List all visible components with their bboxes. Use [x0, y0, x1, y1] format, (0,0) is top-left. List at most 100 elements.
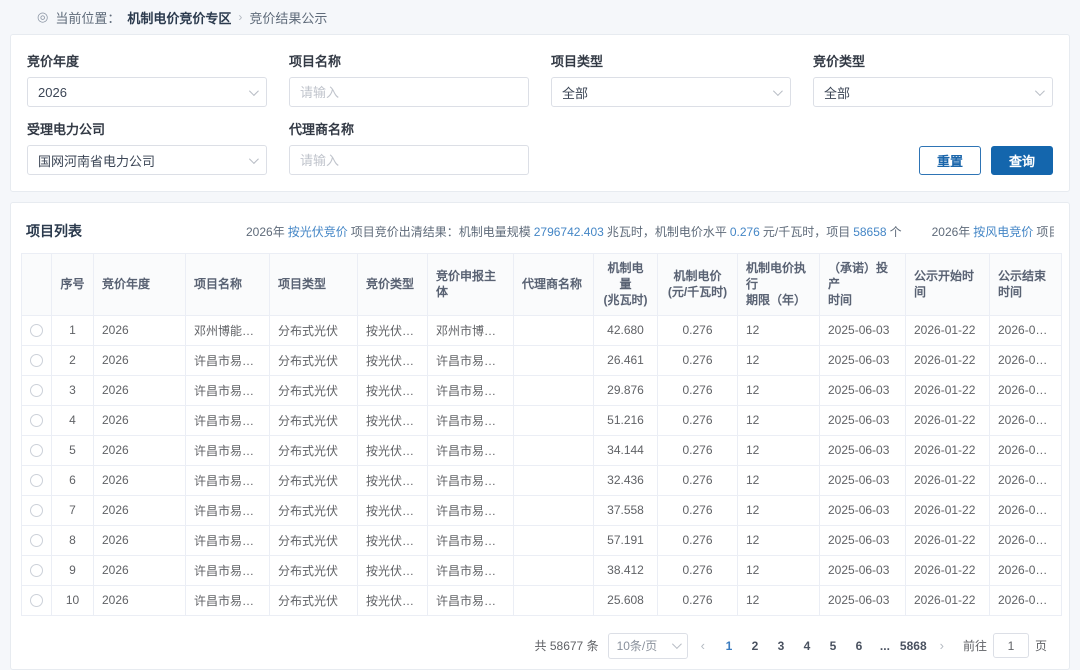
table-cell: 2026-01-22: [906, 375, 990, 405]
table-cell: [514, 465, 594, 495]
column-header: 机制电价 (元/千瓦时): [658, 254, 738, 316]
table-cell: 许昌市易森太...: [186, 495, 270, 525]
table-cell: 12: [738, 405, 820, 435]
breadcrumb-section[interactable]: 机制电价竞价专区: [127, 8, 231, 27]
page-number[interactable]: 4: [796, 639, 818, 653]
table-cell: 许昌市易森太...: [186, 405, 270, 435]
project-name-input[interactable]: [289, 77, 529, 107]
filter-bid-type: 竞价类型 全部: [813, 39, 1053, 107]
table-cell: 34.144: [594, 435, 658, 465]
search-button[interactable]: 查询: [991, 146, 1053, 175]
table-cell: 0.276: [658, 585, 738, 615]
table-cell: 0.276: [658, 435, 738, 465]
column-header: 公示开始时间: [906, 254, 990, 316]
summary-text: 2796742.403: [534, 225, 604, 239]
page-number[interactable]: 6: [848, 639, 870, 653]
power-company-select[interactable]: 国网河南省电力公司: [27, 145, 267, 175]
table-cell: 许昌市易森太...: [428, 375, 514, 405]
table-cell: [514, 525, 594, 555]
breadcrumb-label: 当前位置：: [55, 8, 120, 27]
column-header: 代理商名称: [514, 254, 594, 316]
table-cell: 12: [738, 585, 820, 615]
page-number[interactable]: 3: [770, 639, 792, 653]
row-select-radio[interactable]: [30, 354, 43, 367]
table-cell: 分布式光伏: [270, 585, 358, 615]
row-select-radio[interactable]: [30, 474, 43, 487]
row-select-cell: [22, 555, 52, 585]
page-number[interactable]: 2: [744, 639, 766, 653]
table-cell: 2026: [94, 525, 186, 555]
summary-pv: 2026年按光伏竞价项目竞价出清结果：机制电量规模2796742.403兆瓦时，…: [246, 223, 902, 240]
table-cell: 2026-01-22: [906, 495, 990, 525]
table-cell: 分布式光伏: [270, 555, 358, 585]
column-header: 公示结束时间: [990, 254, 1062, 316]
row-select-radio[interactable]: [30, 414, 43, 427]
row-select-radio[interactable]: [30, 444, 43, 457]
table-cell: 9: [52, 555, 94, 585]
table-cell: 7: [52, 495, 94, 525]
table-cell: 2026-01-27: [990, 465, 1062, 495]
bid-year-select[interactable]: 2026: [27, 77, 267, 107]
table-cell: 按光伏竞价: [358, 555, 428, 585]
filter-project-name: 项目名称: [289, 39, 529, 107]
breadcrumb-current: 竞价结果公示: [249, 8, 327, 27]
summary-text: 项目竞价出清结果：机制电量规模: [351, 225, 531, 239]
goto-page-input[interactable]: [993, 633, 1029, 658]
bid-type-select[interactable]: 全部: [813, 77, 1053, 107]
project-type-select[interactable]: 全部: [551, 77, 791, 107]
page-number[interactable]: 5: [822, 639, 844, 653]
page-number[interactable]: 5868: [900, 639, 927, 653]
table-cell: 2026-01-22: [906, 585, 990, 615]
table-cell: 许昌市易森太...: [428, 525, 514, 555]
page-size-select[interactable]: 10条/页: [608, 633, 688, 659]
row-select-radio[interactable]: [30, 504, 43, 517]
row-select-radio[interactable]: [30, 324, 43, 337]
summary-text: 项目竞: [1036, 225, 1054, 239]
table-cell: 2026: [94, 555, 186, 585]
table-cell: 许昌市易森太...: [428, 555, 514, 585]
table-cell: 2026: [94, 345, 186, 375]
table-cell: 2026-01-22: [906, 525, 990, 555]
table-row: 12026邓州博能高书...分布式光伏按光伏竞价邓州市博能新...42.6800…: [22, 315, 1062, 345]
select-value: 国网河南省电力公司: [38, 151, 155, 170]
breadcrumb-separator-icon: ›: [238, 10, 242, 24]
table-cell: 许昌市易森太...: [186, 465, 270, 495]
table-cell: 0.276: [658, 345, 738, 375]
prev-page-icon[interactable]: ‹: [697, 638, 709, 653]
column-header: 序号: [52, 254, 94, 316]
table-cell: 许昌市易森太...: [428, 405, 514, 435]
field-label: 受理电力公司: [27, 119, 267, 138]
table-cell: 12: [738, 435, 820, 465]
table-cell: 2026-01-22: [906, 345, 990, 375]
select-value: 全部: [562, 83, 588, 102]
table-cell: 2025-06-03: [820, 525, 906, 555]
row-select-radio[interactable]: [30, 564, 43, 577]
table-cell: 分布式光伏: [270, 315, 358, 345]
table-row: 42026许昌市易森太...分布式光伏按光伏竞价许昌市易森太...51.2160…: [22, 405, 1062, 435]
table-cell: 按光伏竞价: [358, 375, 428, 405]
filter-power-company: 受理电力公司 国网河南省电力公司: [27, 107, 267, 175]
table-cell: 2026: [94, 585, 186, 615]
next-page-icon[interactable]: ›: [936, 638, 948, 653]
agent-name-input[interactable]: [289, 145, 529, 175]
summary-link[interactable]: 按光伏竞价: [288, 225, 348, 239]
summary-link[interactable]: 按风电竞价: [973, 225, 1033, 239]
page-size-value: 10条/页: [617, 637, 658, 654]
row-select-radio[interactable]: [30, 594, 43, 607]
reset-button[interactable]: 重置: [919, 146, 981, 175]
table-row: 102026许昌市易森太...分布式光伏按光伏竞价许昌市易森太...25.608…: [22, 585, 1062, 615]
row-select-cell: [22, 315, 52, 345]
column-header: 项目类型: [270, 254, 358, 316]
row-select-radio[interactable]: [30, 534, 43, 547]
page-number[interactable]: 1: [718, 639, 740, 653]
row-select-cell: [22, 345, 52, 375]
table-cell: 2026-01-27: [990, 315, 1062, 345]
row-select-radio[interactable]: [30, 384, 43, 397]
table-cell: 2025-06-03: [820, 375, 906, 405]
table-cell: 2025-06-03: [820, 345, 906, 375]
row-select-cell: [22, 495, 52, 525]
table-cell: 许昌市易森太...: [186, 555, 270, 585]
table-cell: 2026-01-27: [990, 405, 1062, 435]
project-list-panel: 项目列表 2026年按光伏竞价项目竞价出清结果：机制电量规模2796742.40…: [10, 202, 1070, 670]
filter-agent-name: 代理商名称: [289, 107, 529, 175]
